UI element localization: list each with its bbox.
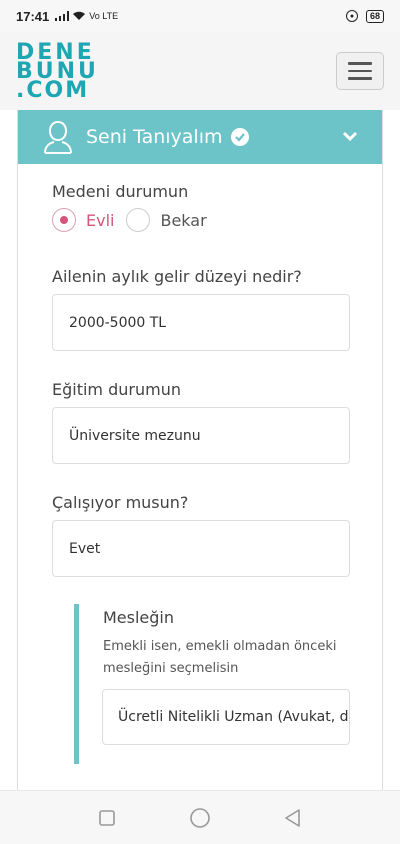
network-label: Vo LTE (89, 11, 119, 21)
education-label: Eğitim durumun (52, 380, 181, 399)
app-header: DENE BUNU .COM (0, 32, 400, 110)
home-button[interactable] (188, 806, 212, 830)
education-select[interactable]: Üniversite mezunu (52, 407, 350, 464)
menu-bar-icon (348, 69, 372, 73)
profession-select[interactable]: Ücretli Nitelikli Uzman (Avukat, d (102, 689, 350, 745)
section-title: Seni Tanıyalım (86, 126, 223, 148)
profession-subsection: Mesleğin Emekli isen, emekli olmadan önc… (74, 604, 354, 764)
income-label: Ailenin aylık gelir düzeyi nedir? (52, 267, 302, 286)
menu-bar-icon (348, 62, 372, 65)
recent-apps-button[interactable] (95, 806, 119, 830)
logo-line-3: .COM (16, 77, 90, 103)
profile-card: Seni Tanıyalım Medeni durumun Evli Bekar… (17, 110, 383, 810)
marital-status-label: Medeni durumun (52, 182, 189, 201)
status-left: 17:41 Vo LTE (16, 9, 118, 24)
marital-radio-group: Evli Bekar (52, 208, 219, 232)
lock-icon: ● (345, 10, 358, 22)
back-button[interactable] (281, 806, 305, 830)
signal-icons: Vo LTE (55, 11, 118, 21)
chevron-down-icon[interactable] (342, 128, 358, 144)
signal-icon (55, 11, 70, 21)
status-right: ● 68 (345, 9, 384, 23)
working-label: Çalışıyor musun? (52, 493, 189, 512)
wifi-icon (73, 11, 86, 20)
income-select[interactable]: 2000-5000 TL (52, 294, 350, 351)
hamburger-menu-button[interactable] (336, 52, 384, 90)
menu-bar-icon (348, 77, 372, 80)
square-icon (98, 809, 115, 826)
radio-single-label[interactable]: Bekar (160, 211, 206, 230)
logo[interactable]: DENE BUNU .COM (16, 41, 99, 103)
profession-label: Mesleğin (103, 608, 175, 627)
verified-check-icon (230, 128, 249, 146)
section-header[interactable]: Seni Tanıyalım (18, 110, 382, 164)
profession-help-text: Emekli isen, emekli olmadan önceki mesle… (103, 639, 337, 676)
person-outline-icon (44, 120, 72, 154)
battery-icon: 68 (365, 9, 384, 23)
radio-married-label[interactable]: Evli (86, 211, 114, 230)
status-bar: 17:41 Vo LTE ● 68 (0, 0, 400, 32)
radio-single[interactable] (126, 208, 151, 232)
system-nav-bar (0, 790, 400, 844)
status-time: 17:41 (16, 8, 50, 24)
radio-married[interactable] (52, 208, 76, 232)
working-select[interactable]: Evet (52, 520, 350, 577)
circle-icon (190, 807, 210, 828)
triangle-back-icon (285, 808, 301, 827)
